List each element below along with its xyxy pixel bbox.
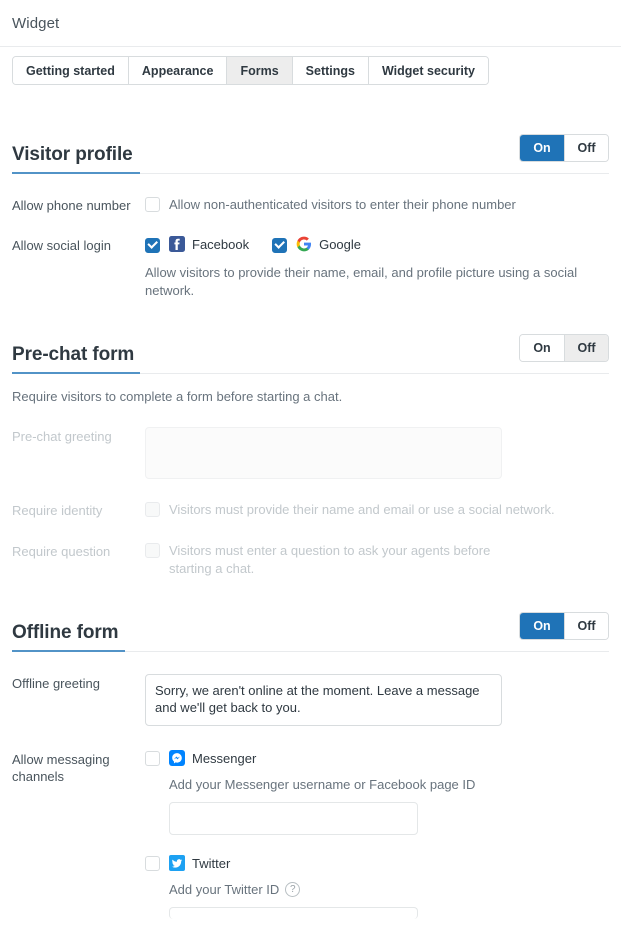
offline-form-toggle-off[interactable]: Off <box>564 613 608 639</box>
visitor-profile-toggle[interactable]: On Off <box>519 134 609 162</box>
require-question-control: Visitors must enter a question to ask yo… <box>145 542 609 578</box>
messenger-id-input[interactable] <box>169 802 418 835</box>
twitter-help-icon[interactable]: ? <box>285 882 301 897</box>
prechat-greeting-body <box>145 427 609 479</box>
twitter-control: Twitter <box>145 855 609 871</box>
google-icon <box>296 236 312 252</box>
prechat-form-description: Require visitors to complete a form befo… <box>12 389 343 404</box>
prechat-form-title: Pre-chat form <box>12 344 135 365</box>
visitor-profile-header: Visitor profile On Off <box>12 134 609 174</box>
offline-form-title: Offline form <box>12 622 119 643</box>
allow-phone-number-description: Allow non-authenticated visitors to ente… <box>169 197 516 212</box>
prechat-form-toggle-off[interactable]: Off <box>564 335 608 361</box>
prechat-form-header: Pre-chat form On Off <box>12 334 609 374</box>
prechat-form-toggle-on[interactable]: On <box>520 335 564 361</box>
allow-phone-number-label: Allow phone number <box>12 198 131 213</box>
messenger-control: Messenger <box>145 750 609 766</box>
google-checkbox[interactable] <box>272 237 288 253</box>
twitter-checkbox[interactable] <box>145 856 160 871</box>
prechat-greeting-label: Pre-chat greeting <box>12 429 112 444</box>
allow-social-login-label: Allow social login <box>12 238 111 253</box>
require-identity-label: Require identity <box>12 503 103 518</box>
messaging-channels-body: Messenger Add your Messenger username or… <box>145 750 609 919</box>
twitter-label: Twitter <box>192 855 231 871</box>
require-question-checkbox <box>145 543 160 558</box>
visitor-profile-title: Visitor profile <box>12 144 133 165</box>
main-content: Visitor profile On Off Allow phone numbe… <box>0 94 621 919</box>
require-identity-description: Visitors must provide their name and ema… <box>169 502 555 517</box>
facebook-label: Facebook <box>192 236 250 252</box>
offline-greeting-row: Offline greeting Sorry, we aren't online… <box>12 674 609 726</box>
offline-form-toggle-on[interactable]: On <box>520 613 564 639</box>
messaging-channels-label: Allow messaging channels <box>12 752 110 784</box>
twitter-hint-text: Add your Twitter ID <box>169 882 280 897</box>
tab-getting-started[interactable]: Getting started <box>13 57 129 84</box>
messenger-provider: Messenger <box>169 750 256 766</box>
tabbar: Getting started Appearance Forms Setting… <box>12 56 489 85</box>
facebook-icon <box>169 236 185 252</box>
require-identity-row: Require identity Visitors must provide t… <box>12 501 609 519</box>
messenger-icon <box>169 750 185 766</box>
require-question-label: Require question <box>12 544 111 559</box>
messenger-label: Messenger <box>192 750 257 766</box>
prechat-form-toggle[interactable]: On Off <box>519 334 609 362</box>
tabbar-container: Getting started Appearance Forms Setting… <box>0 46 621 94</box>
tab-appearance[interactable]: Appearance <box>128 57 228 84</box>
require-identity-control: Visitors must provide their name and ema… <box>145 501 609 519</box>
offline-form-header: Offline form On Off <box>12 612 609 652</box>
twitter-channel: Twitter Add your Twitter ID ? <box>145 855 609 919</box>
twitter-field-wrap <box>169 907 609 919</box>
page-header: Widget <box>0 0 621 46</box>
social-providers-group: Facebook Google <box>145 236 609 253</box>
page-title: Widget <box>12 14 60 32</box>
allow-social-login-body: Facebook Google Allow visitors to provid… <box>145 236 609 300</box>
allow-social-login-row: Allow social login Facebook Google Allow… <box>12 236 609 300</box>
require-identity-body: Visitors must provide their name and ema… <box>145 501 609 519</box>
require-identity-checkbox <box>145 502 160 517</box>
messenger-hint-text: Add your Messenger username or Facebook … <box>169 777 476 792</box>
allow-phone-number-body: Allow non-authenticated visitors to ente… <box>145 196 609 214</box>
twitter-icon <box>169 855 185 871</box>
google-provider: Google <box>296 236 361 252</box>
twitter-id-input[interactable] <box>169 907 418 919</box>
facebook-provider: Facebook <box>169 236 249 252</box>
offline-greeting-label: Offline greeting <box>12 676 100 691</box>
twitter-provider: Twitter <box>169 855 230 871</box>
require-question-description: Visitors must enter a question to ask yo… <box>169 543 491 576</box>
messenger-checkbox[interactable] <box>145 751 160 766</box>
google-label: Google <box>319 236 362 252</box>
messenger-channel: Messenger Add your Messenger username or… <box>145 750 609 835</box>
allow-phone-number-checkbox[interactable] <box>145 197 160 212</box>
messenger-hint: Add your Messenger username or Facebook … <box>169 777 609 792</box>
tab-forms[interactable]: Forms <box>227 57 293 84</box>
offline-greeting-textarea[interactable]: Sorry, we aren't online at the moment. L… <box>145 674 502 726</box>
require-question-row: Require question Visitors must enter a q… <box>12 542 609 578</box>
social-login-description: Allow visitors to provide their name, em… <box>145 265 578 298</box>
tab-settings[interactable]: Settings <box>292 57 369 84</box>
offline-form-toggle[interactable]: On Off <box>519 612 609 640</box>
visitor-profile-toggle-on[interactable]: On <box>520 135 564 161</box>
allow-phone-number-row: Allow phone number Allow non-authenticat… <box>12 196 609 214</box>
offline-greeting-body: Sorry, we aren't online at the moment. L… <box>145 674 609 726</box>
prechat-greeting-row: Pre-chat greeting <box>12 427 609 479</box>
visitor-profile-toggle-off[interactable]: Off <box>564 135 608 161</box>
messaging-channels-row: Allow messaging channels Messenger Add y… <box>12 750 609 919</box>
twitter-hint: Add your Twitter ID ? <box>169 882 609 897</box>
messenger-field-wrap <box>169 802 609 835</box>
allow-phone-number-control: Allow non-authenticated visitors to ente… <box>145 196 609 214</box>
require-question-body: Visitors must enter a question to ask yo… <box>145 542 609 578</box>
tab-widget-security[interactable]: Widget security <box>368 57 488 84</box>
prechat-greeting-textarea <box>145 427 502 479</box>
facebook-checkbox[interactable] <box>145 237 160 253</box>
